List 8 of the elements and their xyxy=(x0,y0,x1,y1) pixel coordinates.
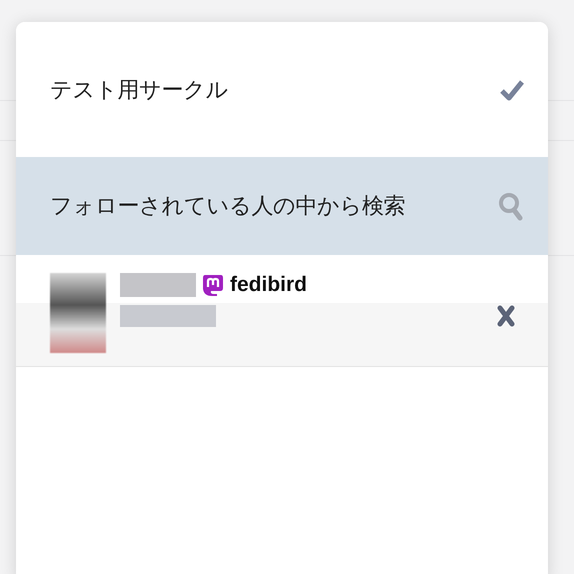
circle-name: テスト用サークル xyxy=(50,76,228,104)
search-label: フォローされている人の中から検索 xyxy=(50,193,405,221)
remove-button[interactable] xyxy=(497,305,515,327)
circle-item[interactable]: テスト用サークル xyxy=(16,22,548,157)
search-icon xyxy=(498,191,524,221)
search-field[interactable]: フォローされている人の中から検索 xyxy=(16,157,548,255)
mastodon-icon xyxy=(202,273,224,297)
instance-domain: fedibird xyxy=(230,273,307,297)
